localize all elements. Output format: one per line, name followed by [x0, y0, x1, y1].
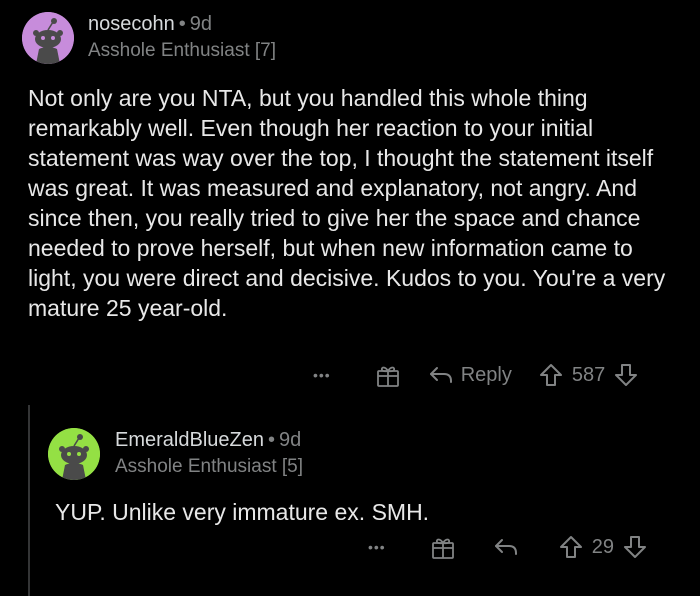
more-options-button[interactable]: ••• — [368, 539, 386, 555]
downvote-button[interactable] — [622, 534, 648, 560]
comment-actions: ••• 29 — [368, 534, 648, 560]
reply-arrow-icon — [494, 539, 517, 555]
comment-header: EmeraldBlueZen • 9d — [115, 429, 301, 452]
reply-button[interactable] — [494, 536, 518, 558]
upvote-icon — [559, 536, 582, 558]
award-button[interactable] — [430, 534, 456, 560]
user-flair: Asshole Enthusiast [5] — [115, 456, 303, 477]
comment-emeraldbluezen: EmeraldBlueZen • 9d Asshole Enthusiast [5]… — [0, 0, 700, 596]
comment-body: YUP. Unlike very immature ex. SMH. — [55, 499, 430, 525]
username-link[interactable]: EmeraldBlueZen — [115, 429, 264, 451]
downvote-icon — [623, 536, 646, 558]
comment-age: 9d — [278, 429, 302, 451]
separator-dot: • — [267, 429, 275, 451]
vote-score: 29 — [591, 535, 614, 558]
award-gift-icon — [431, 538, 454, 559]
upvote-button[interactable] — [558, 534, 584, 560]
avatar[interactable] — [48, 428, 100, 480]
snoo-avatar-icon — [48, 428, 100, 480]
